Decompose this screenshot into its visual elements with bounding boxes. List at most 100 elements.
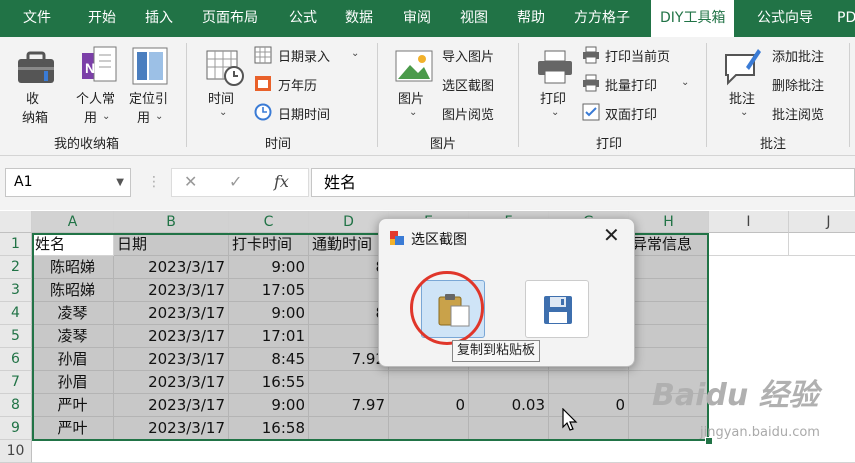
tab-help[interactable]: 帮助	[517, 0, 545, 37]
table-cell[interactable]: 2023/3/17	[114, 348, 229, 371]
delete-comment-button[interactable]: 删除批注	[772, 75, 824, 94]
table-cell[interactable]: 17:05	[229, 279, 309, 302]
row-header[interactable]: 5	[0, 325, 32, 348]
table-cell[interactable]: 0	[389, 394, 469, 417]
table-cell[interactable]: 2023/3/17	[114, 279, 229, 302]
close-icon[interactable]: ✕	[603, 223, 620, 247]
tab-file[interactable]: 文件	[23, 0, 51, 37]
table-cell[interactable]: 7.97	[309, 394, 389, 417]
table-cell[interactable]	[549, 417, 629, 440]
row-header[interactable]: 4	[0, 302, 32, 325]
table-cell[interactable]	[469, 417, 549, 440]
tab-home[interactable]: 开始	[88, 0, 116, 37]
comment-viewer-button[interactable]: 批注阅览	[772, 104, 824, 123]
table-cell[interactable]: 8	[309, 256, 389, 279]
header-cell[interactable]: 日期	[114, 233, 229, 256]
column-header[interactable]: H	[629, 211, 709, 233]
table-cell[interactable]	[389, 417, 469, 440]
confirm-icon[interactable]: ✓	[229, 172, 242, 191]
table-cell[interactable]: 陈昭娣	[32, 279, 114, 302]
tab-pd[interactable]: PD	[837, 0, 855, 37]
table-cell[interactable]: 孙眉	[32, 371, 114, 394]
select-all-corner[interactable]	[0, 211, 32, 233]
chevron-down-icon[interactable]: ▼	[116, 169, 124, 196]
table-cell[interactable]	[389, 371, 469, 394]
table-cell[interactable]: 9:00	[229, 394, 309, 417]
header-cell[interactable]: 打卡时间	[229, 233, 309, 256]
column-header[interactable]: D	[309, 211, 389, 233]
tab-data[interactable]: 数据	[345, 0, 373, 37]
table-cell[interactable]: 9:00	[229, 302, 309, 325]
row-header[interactable]: 9	[0, 417, 32, 440]
name-box[interactable]: A1 ▼	[5, 168, 131, 197]
table-cell[interactable]	[309, 371, 389, 394]
import-picture-button[interactable]: 导入图片	[442, 46, 494, 65]
save-button[interactable]	[525, 280, 589, 338]
column-header[interactable]: J	[789, 211, 855, 233]
row-header[interactable]: 10	[0, 440, 32, 463]
tab-review[interactable]: 审阅	[403, 0, 431, 37]
tab-diy-toolbox[interactable]: DIY工具箱	[651, 0, 735, 38]
table-cell[interactable]: 孙眉	[32, 348, 114, 371]
table-cell[interactable]: 7.92	[309, 348, 389, 371]
tab-view[interactable]: 视图	[460, 0, 488, 37]
table-cell[interactable]: 陈昭娣	[32, 256, 114, 279]
table-cell[interactable]	[549, 371, 629, 394]
table-cell[interactable]	[629, 325, 709, 348]
cancel-icon[interactable]: ✕	[184, 172, 197, 191]
picture-viewer-button[interactable]: 图片阅览	[442, 104, 494, 123]
tab-formulas[interactable]: 公式	[289, 0, 317, 37]
calendar-icon	[255, 76, 271, 91]
row-header[interactable]: 7	[0, 371, 32, 394]
table-cell[interactable]: 严叶	[32, 417, 114, 440]
table-cell[interactable]: 9:00	[229, 256, 309, 279]
row-header[interactable]: 1	[0, 233, 32, 256]
column-header[interactable]: C	[229, 211, 309, 233]
table-cell[interactable]	[309, 325, 389, 348]
table-cell[interactable]: 严叶	[32, 394, 114, 417]
row-header[interactable]: 2	[0, 256, 32, 279]
table-cell[interactable]: 0.03	[469, 394, 549, 417]
tab-fangfang[interactable]: 方方格子	[574, 0, 630, 37]
table-cell[interactable]: 2023/3/17	[114, 302, 229, 325]
tab-formula-wizard[interactable]: 公式向导	[757, 0, 813, 37]
table-cell[interactable]	[629, 302, 709, 325]
column-header[interactable]: A	[32, 211, 114, 233]
column-header[interactable]: I	[709, 211, 789, 233]
fx-icon[interactable]: fx	[274, 172, 289, 191]
column-header[interactable]: B	[114, 211, 229, 233]
table-cell[interactable]: 凌琴	[32, 302, 114, 325]
table-cell[interactable]: 2023/3/17	[114, 394, 229, 417]
tab-page-layout[interactable]: 页面布局	[202, 0, 258, 37]
table-cell[interactable]	[629, 417, 709, 440]
table-cell[interactable]: 8	[309, 302, 389, 325]
row-header[interactable]: 8	[0, 394, 32, 417]
table-cell[interactable]: 凌琴	[32, 325, 114, 348]
header-cell[interactable]: 异常信息	[629, 233, 709, 256]
table-cell[interactable]: 2023/3/17	[114, 417, 229, 440]
selection-screenshot-button[interactable]: 选区截图	[442, 75, 494, 94]
empty-row[interactable]	[32, 440, 855, 463]
table-cell[interactable]	[629, 279, 709, 302]
table-cell[interactable]: 0	[549, 394, 629, 417]
table-cell[interactable]: 16:58	[229, 417, 309, 440]
row-header[interactable]: 6	[0, 348, 32, 371]
add-comment-button[interactable]: 添加批注	[772, 46, 824, 65]
table-cell[interactable]	[629, 348, 709, 371]
table-cell[interactable]: 2023/3/17	[114, 371, 229, 394]
table-cell[interactable]: 8:45	[229, 348, 309, 371]
tab-insert[interactable]: 插入	[145, 0, 173, 37]
formula-input[interactable]: 姓名	[311, 168, 855, 197]
table-cell[interactable]	[629, 256, 709, 279]
table-cell[interactable]	[469, 371, 549, 394]
comment-pen-icon	[725, 49, 761, 86]
table-cell[interactable]	[309, 279, 389, 302]
header-cell[interactable]: 通勤时间	[309, 233, 389, 256]
table-cell[interactable]: 2023/3/17	[114, 325, 229, 348]
row-header[interactable]: 3	[0, 279, 32, 302]
header-cell[interactable]: 姓名	[32, 233, 114, 256]
table-cell[interactable]: 2023/3/17	[114, 256, 229, 279]
table-cell[interactable]: 17:01	[229, 325, 309, 348]
table-cell[interactable]	[309, 417, 389, 440]
table-cell[interactable]: 16:55	[229, 371, 309, 394]
